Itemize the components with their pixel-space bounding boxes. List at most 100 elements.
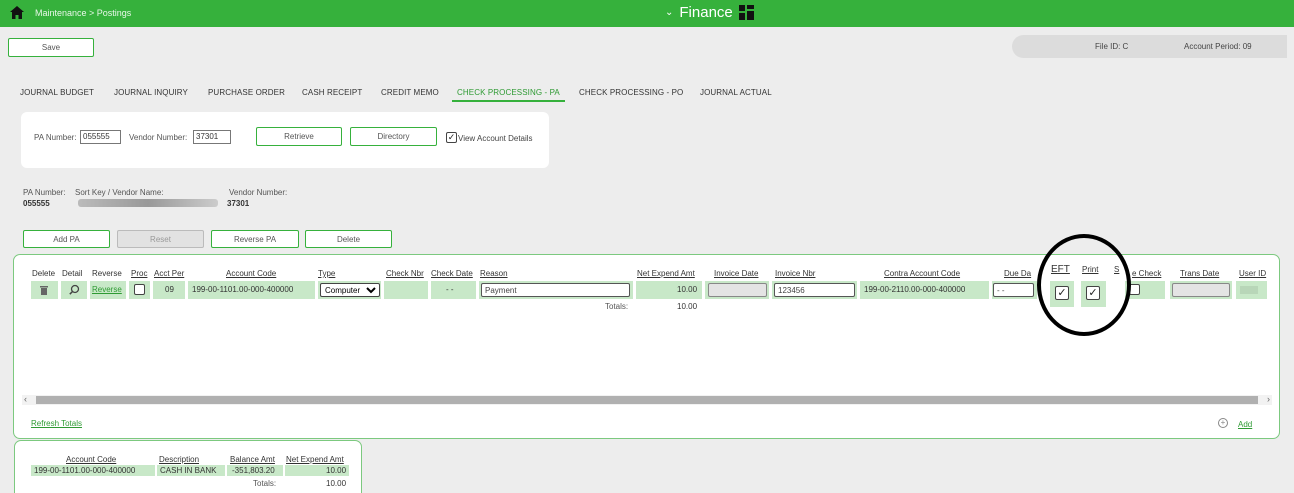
app-title: Finance (679, 4, 733, 21)
summary-account-code-cell: 199-00-1101.00-000-400000 (31, 465, 155, 476)
summary-col-net-expend-amt[interactable]: Net Expend Amt (286, 455, 344, 464)
summary-totals-value: 10.00 (326, 479, 347, 488)
scroll-left-icon[interactable]: ‹ (24, 394, 27, 404)
delete-cell (31, 281, 58, 299)
reverse-pa-button[interactable]: Reverse PA (211, 230, 299, 248)
summary-account-code-value: 199-00-1101.00-000-400000 (34, 466, 136, 475)
col-trans-date[interactable]: Trans Date (1180, 269, 1219, 278)
check-date-value: - - (446, 285, 454, 294)
col-user-id[interactable]: User ID (1239, 269, 1266, 278)
tab-purchase-order[interactable]: PURCHASE ORDER (208, 88, 285, 97)
contra-account-value: 199-00-2110.00-000-400000 (864, 285, 966, 294)
net-expend-value: 10.00 (677, 285, 698, 294)
due-date-input[interactable]: - - (993, 283, 1034, 297)
reset-button[interactable]: Reset (117, 230, 204, 248)
invoice-date-input[interactable] (708, 283, 767, 297)
col-invoice-date[interactable]: Invoice Date (714, 269, 758, 278)
breadcrumb[interactable]: Maintenance > Postings (35, 8, 131, 18)
grid-totals-value: 10.00 (677, 302, 698, 311)
proc-cell (129, 281, 150, 299)
pa-number-input[interactable]: 055555 (80, 130, 121, 144)
summary-description-value: CASH IN BANK (160, 466, 217, 475)
add-row-link[interactable]: Add (1238, 420, 1252, 429)
col-reverse: Reverse (92, 269, 122, 278)
account-code-cell: 199-00-1101.00-000-400000 (188, 281, 315, 299)
col-single-check[interactable]: e Check (1132, 269, 1161, 278)
user-id-redacted (1240, 286, 1258, 294)
account-period: Account Period: 09 (1184, 42, 1252, 51)
vendor-number-label: Vendor Number: (129, 133, 188, 142)
directory-button[interactable]: Directory (350, 127, 437, 146)
summary-description-cell: CASH IN BANK (157, 465, 225, 476)
active-tab-indicator (452, 100, 565, 102)
trans-date-input[interactable] (1172, 283, 1230, 297)
tab-credit-memo[interactable]: CREDIT MEMO (381, 88, 439, 97)
check-date-cell: - - (431, 281, 476, 299)
type-select[interactable]: Computer (320, 283, 380, 297)
tab-journal-inquiry[interactable]: JOURNAL INQUIRY (114, 88, 188, 97)
col-contra-account-code[interactable]: Contra Account Code (884, 269, 960, 278)
view-account-details-checkbox[interactable]: ✓ (446, 132, 457, 143)
summary-col-description[interactable]: Description (159, 455, 199, 464)
summary-balance-value: -351,803.20 (232, 466, 275, 475)
trash-icon[interactable] (40, 285, 48, 295)
save-button[interactable]: Save (8, 38, 94, 57)
col-reason[interactable]: Reason (480, 269, 508, 278)
info-vendor-number-value: 37301 (227, 199, 250, 208)
pa-number-label: PA Number: (34, 133, 77, 142)
summary-col-account-code[interactable]: Account Code (66, 455, 116, 464)
vendor-name-redacted (78, 199, 218, 207)
account-code-value: 199-00-1101.00-000-400000 (192, 285, 294, 294)
tab-check-processing-pa[interactable]: CHECK PROCESSING - PA (457, 88, 560, 97)
retrieve-button[interactable]: Retrieve (256, 127, 342, 146)
invoice-nbr-input[interactable]: 123456 (774, 283, 855, 297)
col-account-code[interactable]: Account Code (226, 269, 276, 278)
single-check-cell (1125, 281, 1165, 299)
col-check-date[interactable]: Check Date (431, 269, 473, 278)
view-account-details-label: View Account Details (458, 134, 533, 143)
app-switcher[interactable]: ⌄ Finance (665, 4, 733, 21)
tab-cash-receipt[interactable]: CASH RECEIPT (302, 88, 362, 97)
summary-col-balance-amt[interactable]: Balance Amt (230, 455, 275, 464)
tab-check-processing-po[interactable]: CHECK PROCESSING - PO (579, 88, 683, 97)
grid-scrollbar[interactable]: ‹ › (22, 394, 1272, 405)
summary-net-expend-cell: 10.00 (285, 465, 349, 476)
search-icon[interactable] (69, 284, 80, 295)
reverse-cell: Reverse (90, 281, 126, 299)
col-type[interactable]: Type (318, 269, 335, 278)
annotation-circle (1037, 234, 1131, 336)
chevron-down-icon: ⌄ (665, 7, 674, 18)
vendor-number-input[interactable]: 37301 (193, 130, 231, 144)
summary-totals-label: Totals: (253, 479, 277, 488)
col-due-date[interactable]: Due Da (1004, 269, 1031, 278)
delete-button[interactable]: Delete (305, 230, 392, 248)
grid-totals-label: Totals: (605, 302, 629, 311)
col-net-expend-amt[interactable]: Net Expend Amt (637, 269, 695, 278)
refresh-totals-link[interactable]: Refresh Totals (31, 419, 82, 428)
contra-account-cell: 199-00-2110.00-000-400000 (860, 281, 989, 299)
grid-menu-icon[interactable] (739, 5, 754, 20)
home-icon[interactable] (10, 6, 24, 19)
scroll-right-icon[interactable]: › (1267, 394, 1270, 404)
detail-cell (61, 281, 87, 299)
file-info-bar: File ID: C Account Period: 09 (1012, 35, 1287, 58)
summary-net-expend-value: 10.00 (326, 466, 347, 475)
reason-input[interactable]: Payment (481, 283, 630, 297)
tab-journal-actual[interactable]: JOURNAL ACTUAL (700, 88, 772, 97)
col-acct-per[interactable]: Acct Per (154, 269, 184, 278)
tab-journal-budget[interactable]: JOURNAL BUDGET (20, 88, 94, 97)
col-proc[interactable]: Proc (131, 269, 147, 278)
col-check-nbr[interactable]: Check Nbr (386, 269, 424, 278)
top-bar: Maintenance > Postings ⌄ Finance (0, 0, 1294, 27)
info-pa-number-value: 055555 (23, 199, 50, 208)
scroll-thumb[interactable] (36, 396, 1258, 404)
file-id: File ID: C (1095, 42, 1129, 51)
proc-checkbox[interactable] (134, 284, 145, 295)
reverse-link[interactable]: Reverse (92, 285, 122, 294)
col-invoice-nbr[interactable]: Invoice Nbr (775, 269, 815, 278)
add-pa-button[interactable]: Add PA (23, 230, 110, 248)
info-pa-number-label: PA Number: (23, 188, 66, 197)
user-id-cell (1236, 281, 1267, 299)
info-sort-key-label: Sort Key / Vendor Name: (75, 188, 164, 197)
add-circle-icon[interactable]: + (1218, 418, 1228, 428)
